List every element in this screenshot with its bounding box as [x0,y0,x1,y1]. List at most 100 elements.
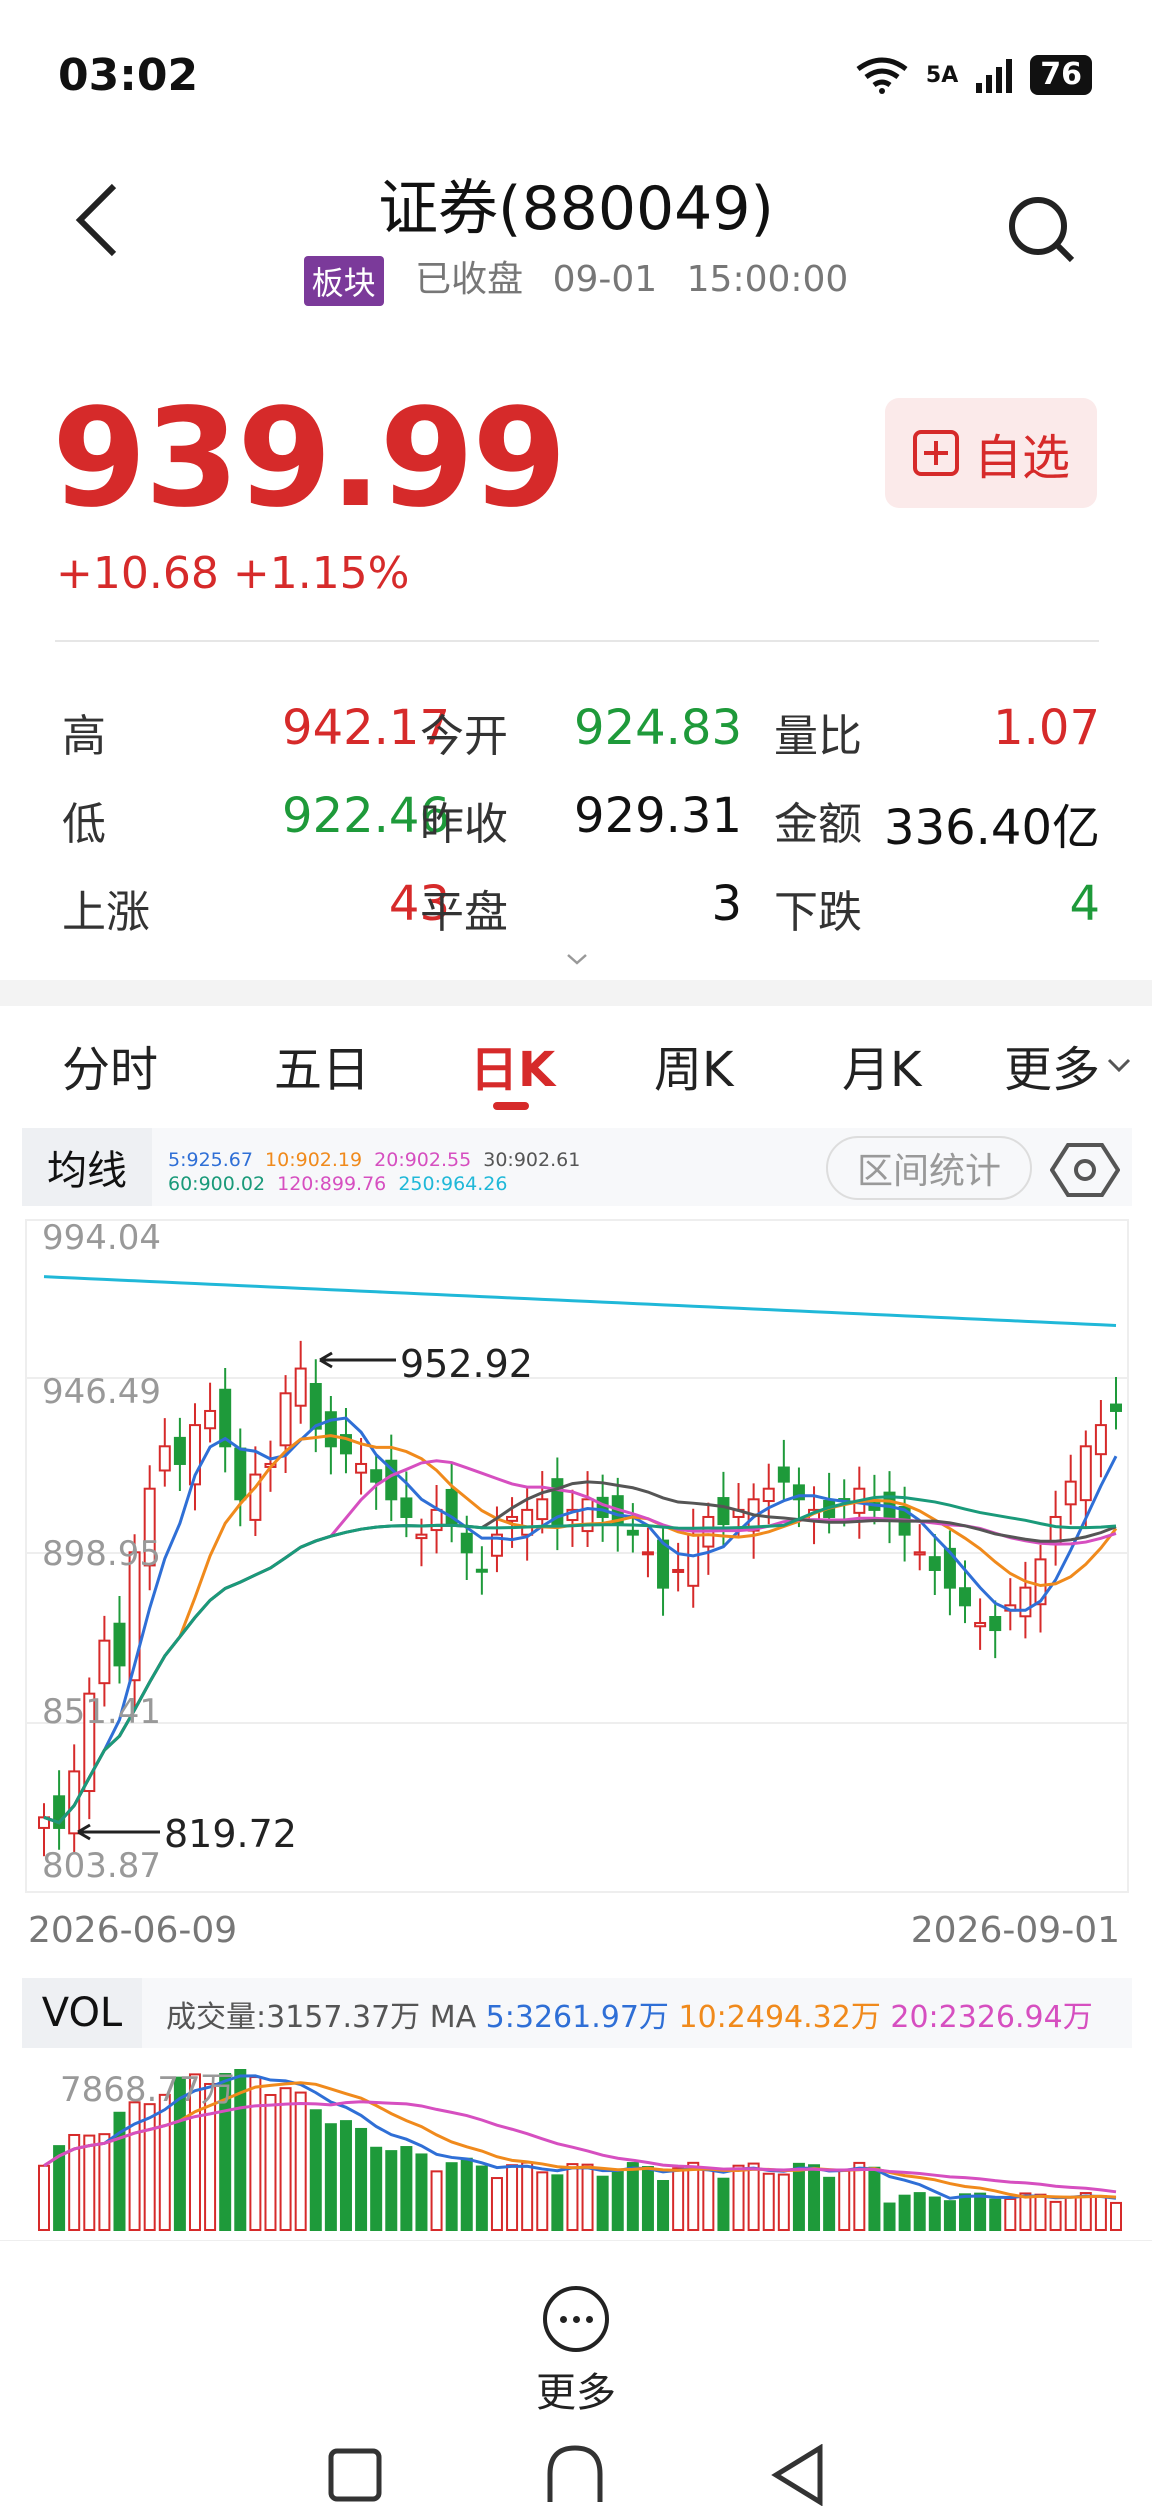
range-stats-button[interactable]: 区间统计 [826,1136,1032,1200]
candle-body [974,1621,987,1628]
ma-selector[interactable]: 均线 [22,1128,152,1206]
volume-bar [339,2120,352,2231]
volume-bar [1049,2200,1062,2231]
volume-bar [626,2162,639,2231]
add-watchlist-button[interactable]: 自选 [885,398,1097,508]
search-icon[interactable] [1002,190,1082,270]
volume-bar [98,2133,111,2231]
candle-body [355,1462,368,1474]
stats-row: 低 922.46 昨收 929.31 金额 336.40亿 [62,788,1102,858]
ma-values: 5:925.67 10:902.19 20:902.55 30:902.61 6… [168,1148,580,1196]
back-nav-icon[interactable] [770,2444,826,2506]
volume-bar [687,2161,700,2231]
volume-bar [838,2169,851,2232]
volume-indicator-selector[interactable]: VOL [22,1978,142,2048]
more-button[interactable]: 更多 [526,2286,626,2418]
volume-bar [264,2093,277,2231]
ma10-value: 10:902.19 [265,1149,363,1171]
ma20-value: 20:902.55 [374,1149,472,1171]
volume-info: 成交量:3157.37万 MA 5:3261.97万 10:2494.32万 2… [166,1992,1093,2036]
candle-body [430,1508,443,1532]
candle-body [717,1497,730,1526]
candle-body [928,1556,941,1571]
candle-body [415,1533,428,1540]
volume-bar [1094,2195,1107,2231]
ma250-line [43,1275,1117,1327]
volume-bar [808,2164,821,2231]
volume-bar [883,2202,896,2232]
candle-body [687,1533,700,1587]
settings-hexagon-icon[interactable] [1050,1140,1120,1200]
candle-body [204,1409,217,1430]
y-tick-label: 898.95 [42,1534,161,1574]
ma20-line [43,1459,1117,1825]
volume-bar [1110,2201,1122,2231]
volume-bar [762,2172,775,2232]
y-tick-label: 946.49 [42,1372,161,1412]
candle-body [959,1587,972,1607]
candle-body [1110,1403,1122,1412]
stats-row: 上涨 43 平盘 3 下跌 4 [62,876,1102,946]
status-bar: 03:02 5A 76 [0,0,1152,150]
ratio-value: 1.07 [993,700,1100,756]
recent-apps-icon[interactable] [326,2446,384,2504]
open-label: 今开 [420,711,508,762]
system-nav-bar [0,2440,1152,2510]
candle-body [370,1469,383,1483]
volume-bar [460,2157,473,2231]
y-tick-label: 994.04 [42,1218,161,1258]
volume-bar [279,2087,292,2231]
candle-body [641,1551,654,1556]
change-percent: +1.15% [232,548,410,599]
open-value: 924.83 [574,700,742,756]
tab-intraday[interactable]: 分时 [62,1030,158,1100]
candle-body [657,1539,670,1589]
ma120-value: 120:899.76 [277,1173,387,1195]
volume-bar [868,2166,881,2231]
volume-today: 成交量:3157.37万 [166,2000,421,2035]
candle-body [777,1466,790,1483]
home-icon[interactable] [544,2444,606,2504]
candle-body [324,1411,337,1448]
sector-tag: 板块 [303,256,384,306]
tab-more-label: 更多 [1004,1042,1101,1098]
tab-daily-k[interactable]: 日K [470,1030,555,1100]
candle-body [989,1616,1002,1632]
candle-body [1064,1480,1077,1506]
volume-bar [928,2196,941,2231]
volume-bar [777,2173,790,2232]
volume-bar [596,2175,609,2231]
candle-body [460,1532,473,1554]
more-label: 更多 [536,2370,616,2416]
tab-monthly-k[interactable]: 月K [842,1030,921,1100]
status-icons: 5A 76 [854,55,1092,95]
volume-bar [943,2200,956,2232]
vol-ma20: 20:2326.94万 [890,2000,1093,2035]
y-tick-label: 851.41 [42,1692,161,1732]
candle-body [234,1447,247,1501]
tab-five-day[interactable]: 五日 [274,1030,370,1100]
expand-chevron-icon[interactable] [566,952,588,966]
volume-bar [702,2169,715,2231]
battery-level: 76 [1030,55,1092,95]
volume-bar [657,2179,670,2232]
volume-bar [792,2162,805,2231]
volume-bar [294,2091,307,2231]
tab-weekly-k[interactable]: 周K [654,1030,733,1100]
y-tick-label: 803.87 [42,1846,161,1886]
vol-ma10: 10:2494.32万 [678,2000,881,2035]
volume-bar [989,2198,1002,2232]
volume-bar [324,2123,337,2231]
more-dots-icon [543,2286,609,2352]
quote-time: 15:00:00 [686,259,849,300]
volume-bar [1034,2193,1047,2231]
kline-chart[interactable] [0,1210,1152,1900]
flat-count-value: 3 [711,876,742,932]
volume-bar [83,2134,96,2231]
ma5-value: 5:925.67 [168,1149,253,1171]
tab-more[interactable]: 更多 [1004,1030,1132,1100]
prev-close-label: 昨收 [420,799,508,850]
volume-bar [355,2127,368,2231]
volume-bar [853,2161,866,2231]
ma250-value: 250:964.26 [398,1173,508,1195]
